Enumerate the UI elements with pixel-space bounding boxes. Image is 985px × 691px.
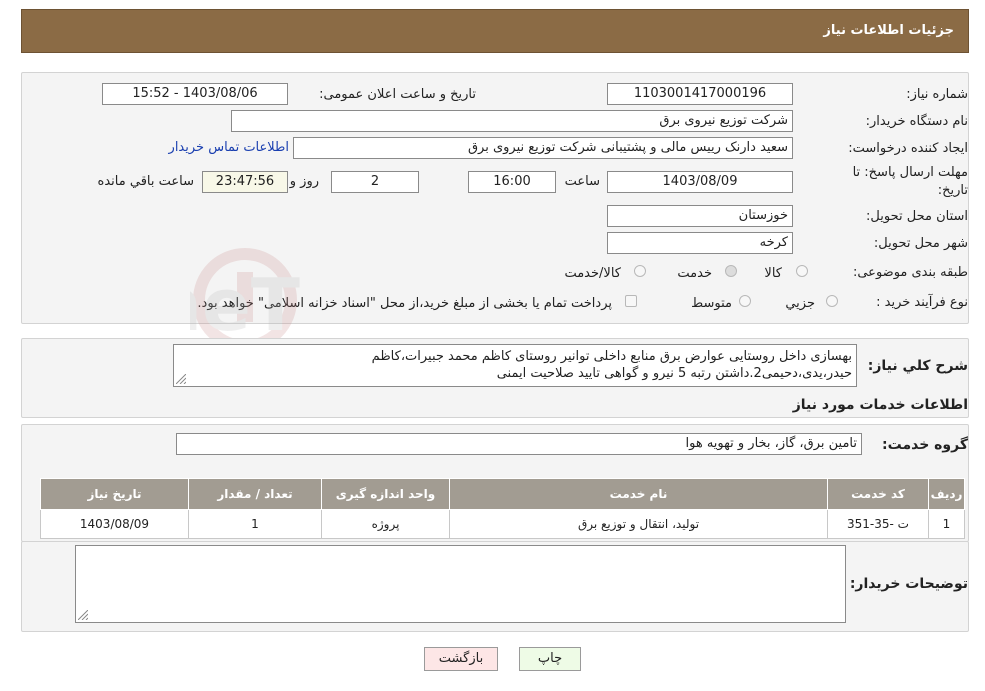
days-remaining-field: 2: [331, 171, 419, 193]
need-number-label: شماره نیاز:: [906, 87, 968, 102]
process-option-medium: متوسط: [691, 296, 732, 311]
cell-need-date: 1403/08/09: [40, 509, 189, 539]
col-need-date: تاریخ نیاز: [40, 478, 189, 510]
description-label: شرح كلي نياز:: [867, 358, 968, 374]
remaining-time-label: ساعت باقي مانده: [97, 174, 194, 189]
treasury-payment-checkbox[interactable]: [625, 295, 637, 307]
province-field: خوزستان: [607, 205, 793, 227]
requester-field: سعید دارنک رییس مالی و پشتیبانی شرکت توز…: [293, 137, 793, 159]
requester-label: ایجاد کننده درخواست:: [848, 141, 968, 156]
buyer-org-field: شرکت توزیع نیروی برق: [231, 110, 793, 132]
category-option-goods-service: کالا/خدمت: [564, 266, 621, 281]
process-note: پرداخت تمام یا بخشی از مبلغ خرید،از محل …: [197, 296, 612, 311]
table-row: 1 ت -35-351 تولید، انتقال و توزیع برق پر…: [40, 509, 965, 539]
buyer-notes-textarea[interactable]: [75, 545, 846, 623]
category-option-goods: کالا: [764, 266, 782, 281]
category-radio-goods[interactable]: [796, 265, 808, 277]
cell-service-name: تولید، انتقال و توزیع برق: [449, 509, 828, 539]
cell-service-code: ت -35-351: [827, 509, 929, 539]
deadline-label: مهلت ارسال پاسخ: تا: [852, 165, 968, 180]
service-group-field: تامین برق، گاز، بخار و تهویه هوا: [176, 433, 862, 455]
category-option-service: خدمت: [677, 266, 712, 281]
announce-date-field: 1403/08/06 - 15:52: [102, 83, 288, 105]
services-table: رديف کد خدمت نام خدمت واحد اندازه گیری ت…: [40, 478, 965, 539]
process-option-minor: جزیي: [785, 296, 815, 311]
page-title: جزئیات اطلاعات نیاز: [823, 23, 954, 38]
buyer-org-label: نام دستگاه خریدار:: [865, 114, 968, 129]
cell-unit: پروژه: [321, 509, 450, 539]
print-button[interactable]: چاپ: [519, 647, 581, 671]
category-radio-service[interactable]: [725, 265, 737, 277]
col-service-name: نام خدمت: [449, 478, 828, 510]
description-textarea[interactable]: بهسازی داخل روستایی عوارض برق منابع داخل…: [173, 344, 857, 387]
table-header-row: رديف کد خدمت نام خدمت واحد اندازه گیری ت…: [40, 478, 965, 510]
back-button[interactable]: بازگشت: [424, 647, 498, 671]
announce-date-label: تاریخ و ساعت اعلان عمومی:: [319, 87, 476, 102]
category-label: طبقه بندی موضوعی:: [852, 265, 968, 280]
days-label: روز و: [289, 174, 319, 189]
city-field: کرخه: [607, 232, 793, 254]
col-row-number: رديف: [928, 478, 965, 510]
resize-grip-icon[interactable]: [176, 374, 186, 384]
province-label: استان محل تحویل:: [866, 209, 968, 224]
col-unit: واحد اندازه گیری: [321, 478, 450, 510]
need-number-field: 1103001417000196: [607, 83, 793, 105]
resize-grip-icon[interactable]: [78, 610, 88, 620]
process-type-label: نوع فرآیند خرید :: [876, 295, 968, 310]
buyer-notes-label: توضیحات خریدار:: [849, 576, 968, 592]
page-header: جزئیات اطلاعات نیاز: [21, 9, 969, 53]
cell-row-number: 1: [928, 509, 965, 539]
process-radio-medium[interactable]: [739, 295, 751, 307]
description-line-2: حیدر،یدی،دحیمی2.داشتن رتبه 5 نیرو و گواه…: [496, 366, 852, 381]
category-radio-goods-service[interactable]: [634, 265, 646, 277]
deadline-label-date: تاریخ:: [937, 183, 968, 198]
col-service-code: کد خدمت: [827, 478, 929, 510]
col-quantity: تعداد / مقدار: [188, 478, 322, 510]
deadline-time-field: 16:00: [468, 171, 556, 193]
description-line-1: بهسازی داخل روستایی عوارض برق منابع داخل…: [371, 349, 852, 364]
service-group-label: گروه خدمت:: [882, 437, 968, 453]
city-label: شهر محل تحویل:: [873, 236, 968, 251]
deadline-time-label: ساعت: [564, 174, 600, 189]
buyer-contact-link[interactable]: اطلاعات تماس خریدار: [169, 140, 289, 155]
services-section-title: اطلاعات خدمات مورد نياز: [792, 397, 968, 413]
deadline-date-field: 1403/08/09: [607, 171, 793, 193]
cell-quantity: 1: [188, 509, 322, 539]
process-radio-minor[interactable]: [826, 295, 838, 307]
remaining-time-field: 23:47:56: [202, 171, 288, 193]
